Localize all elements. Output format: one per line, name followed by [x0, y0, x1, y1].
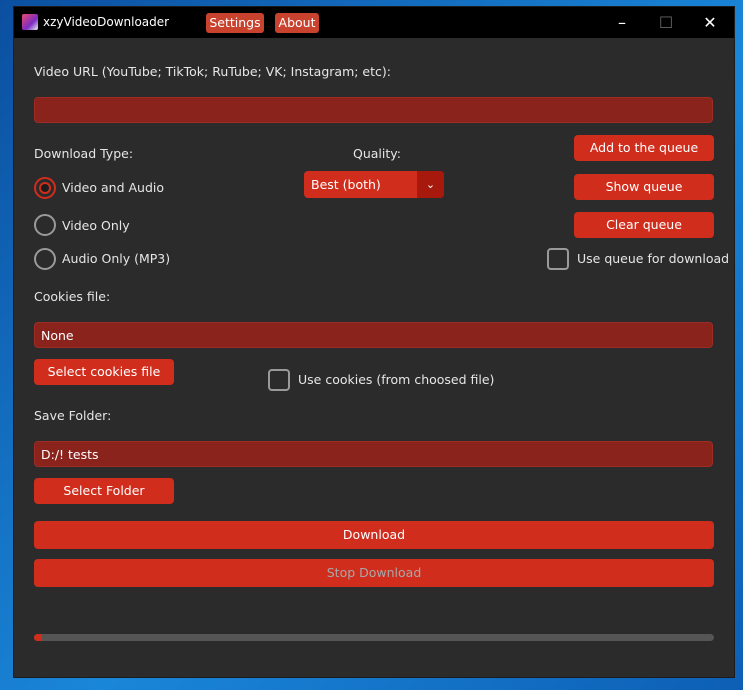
download-type-label: Download Type:: [34, 146, 134, 161]
url-label: Video URL (YouTube; TikTok; RuTube; VK; …: [34, 64, 391, 79]
save-folder-field[interactable]: D:/! tests: [34, 441, 713, 467]
app-window: xzyVideoDownloader Settings About – ☐ ✕ …: [14, 7, 734, 677]
show-queue-button[interactable]: Show queue: [574, 174, 714, 200]
app-logo-icon: [22, 14, 38, 30]
radio-video-audio-label[interactable]: Video and Audio: [62, 180, 164, 195]
use-queue-label[interactable]: Use queue for download: [577, 251, 729, 266]
quality-label: Quality:: [353, 146, 401, 161]
window-title: xzyVideoDownloader: [43, 15, 170, 29]
radio-video-only[interactable]: [34, 214, 56, 236]
add-to-queue-button[interactable]: Add to the queue: [574, 135, 714, 161]
select-cookies-button[interactable]: Select cookies file: [34, 359, 174, 385]
radio-video-only-label[interactable]: Video Only: [62, 218, 130, 233]
minimize-icon[interactable]: –: [600, 7, 644, 38]
use-queue-checkbox[interactable]: [547, 248, 569, 270]
stop-download-button[interactable]: Stop Download: [34, 559, 714, 587]
close-icon[interactable]: ✕: [688, 7, 732, 38]
title-bar[interactable]: xzyVideoDownloader Settings About – ☐ ✕: [14, 7, 734, 38]
radio-audio-only[interactable]: [34, 248, 56, 270]
use-cookies-label[interactable]: Use cookies (from choosed file): [298, 372, 494, 387]
chevron-down-icon[interactable]: ⌄: [417, 171, 444, 198]
cookies-label: Cookies file:: [34, 289, 111, 304]
quality-select[interactable]: Best (both) ⌄: [304, 171, 444, 198]
radio-video-audio[interactable]: [34, 177, 56, 199]
download-button[interactable]: Download: [34, 521, 714, 549]
download-progress-bar: [34, 634, 714, 641]
cookies-file-field[interactable]: None: [34, 322, 713, 348]
progress-fill: [34, 634, 43, 641]
settings-button[interactable]: Settings: [206, 13, 264, 33]
save-folder-label: Save Folder:: [34, 408, 112, 423]
about-button[interactable]: About: [275, 13, 319, 33]
maximize-icon[interactable]: ☐: [644, 7, 688, 38]
radio-audio-only-label[interactable]: Audio Only (MP3): [62, 251, 170, 266]
select-folder-button[interactable]: Select Folder: [34, 478, 174, 504]
use-cookies-checkbox[interactable]: [268, 369, 290, 391]
clear-queue-button[interactable]: Clear queue: [574, 212, 714, 238]
url-input[interactable]: [34, 97, 713, 123]
quality-value[interactable]: Best (both): [311, 171, 381, 198]
